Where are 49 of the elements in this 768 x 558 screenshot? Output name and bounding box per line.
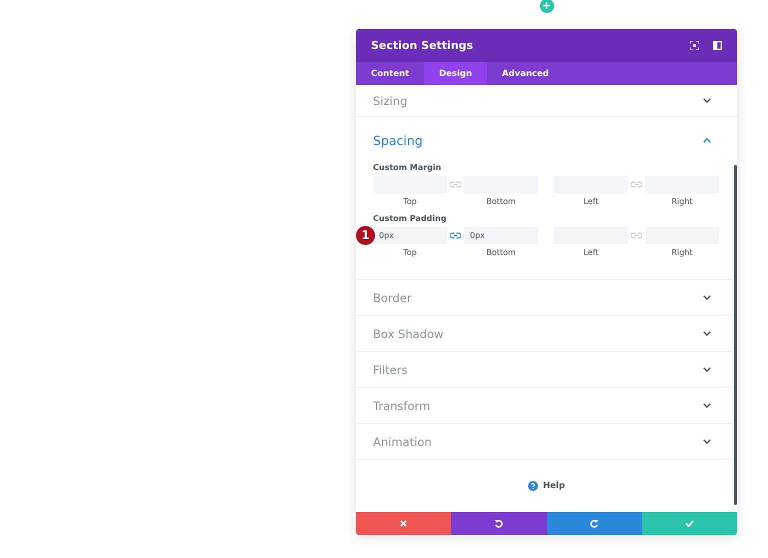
link-icon[interactable] bbox=[631, 181, 642, 188]
redo-icon bbox=[590, 519, 599, 528]
discard-button[interactable] bbox=[356, 512, 452, 535]
field-caption: Top bbox=[403, 248, 417, 257]
field-label: Custom Padding bbox=[373, 214, 448, 223]
undo-icon bbox=[494, 519, 504, 528]
field-caption: Bottom bbox=[486, 248, 516, 257]
section-title[interactable]: Filters bbox=[373, 362, 408, 376]
section-title[interactable]: Transform bbox=[373, 398, 430, 412]
chevron-up-icon[interactable] bbox=[703, 138, 711, 142]
chevron-down-icon[interactable] bbox=[703, 367, 711, 372]
scrollbar[interactable] bbox=[734, 165, 737, 505]
section-title[interactable]: Animation bbox=[373, 434, 432, 448]
field-caption: Bottom bbox=[486, 197, 516, 206]
save-button[interactable] bbox=[642, 512, 737, 535]
tab[interactable]: Content bbox=[356, 62, 424, 85]
link-icon[interactable] bbox=[631, 232, 642, 239]
field-caption: Left bbox=[583, 197, 599, 206]
field-caption: Right bbox=[671, 248, 693, 257]
help-icon[interactable] bbox=[528, 481, 538, 491]
undo-button[interactable] bbox=[451, 512, 546, 535]
redo-button[interactable] bbox=[546, 512, 642, 535]
close-icon bbox=[400, 520, 408, 527]
chevron-down-icon[interactable] bbox=[703, 295, 711, 300]
field-label: Custom Margin bbox=[373, 163, 442, 172]
link-icon[interactable] bbox=[450, 181, 461, 188]
chevron-down-icon[interactable] bbox=[703, 331, 711, 336]
section-title[interactable]: Spacing bbox=[373, 132, 423, 148]
field-caption: Right bbox=[671, 197, 693, 206]
step-marker: 1 bbox=[356, 226, 375, 245]
add-button[interactable]: + bbox=[540, 0, 554, 13]
window-title: Section Settings bbox=[371, 39, 474, 52]
section-title[interactable]: Border bbox=[373, 290, 412, 304]
section-title[interactable]: Sizing bbox=[373, 94, 408, 108]
tab[interactable]: Advanced bbox=[487, 62, 564, 85]
input-field[interactable]: 0px bbox=[373, 227, 447, 244]
field-caption: Left bbox=[583, 248, 599, 257]
fullscreen-icon[interactable] bbox=[690, 41, 699, 50]
field-caption: Top bbox=[403, 197, 417, 206]
check-icon bbox=[684, 520, 694, 527]
help-link[interactable]: Help bbox=[543, 481, 565, 491]
link-icon[interactable] bbox=[450, 232, 461, 239]
chevron-down-icon[interactable] bbox=[703, 98, 711, 103]
input-field[interactable]: 0px bbox=[464, 227, 538, 244]
tab[interactable]: Design bbox=[424, 62, 488, 85]
chevron-down-icon[interactable] bbox=[703, 439, 711, 444]
sidebar-icon[interactable] bbox=[713, 41, 722, 50]
section-title[interactable]: Box Shadow bbox=[373, 326, 444, 340]
chevron-down-icon[interactable] bbox=[703, 403, 711, 408]
